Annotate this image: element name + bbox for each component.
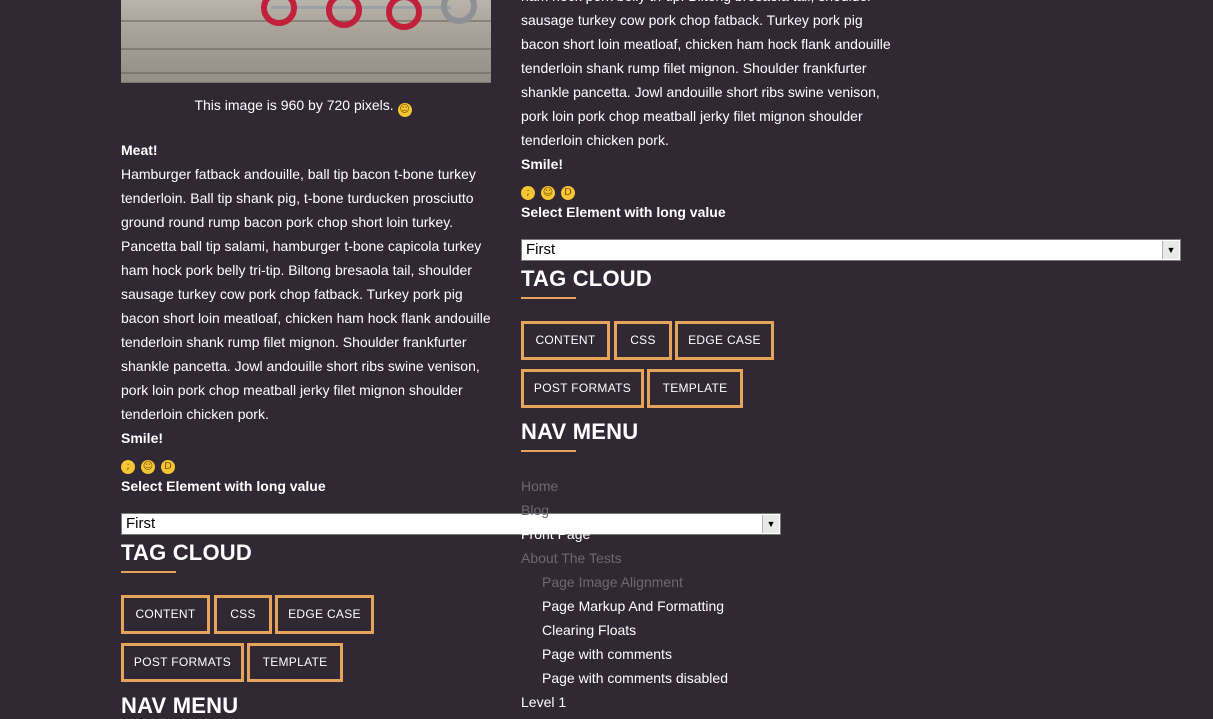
nav-menu-title: NAV MENU (521, 419, 639, 444)
emoji-row: ; ☺ D (521, 176, 901, 200)
caption-text: This image is 960 by 720 pixels. (194, 97, 394, 113)
tag-content[interactable]: CONTENT (521, 321, 610, 360)
paragraph-line: pork loin pork chop meatball jerky filet… (521, 108, 863, 124)
meat-paragraph: Hamburger fatback andouille, ball tip ba… (121, 162, 501, 426)
paragraph-line: tenderloin shank rump filet mignon. Shou… (121, 334, 467, 350)
nav-item-page-comments-disabled[interactable]: Page with comments disabled (542, 668, 728, 688)
select-value: First (126, 515, 156, 532)
paragraph-line: bacon short loin meatloaf, chicken ham h… (521, 36, 891, 52)
paragraph-line: sausage turkey cow pork chop fatback. Tu… (121, 286, 463, 302)
tag-cloud-title: TAG CLOUD (121, 540, 252, 565)
image-caption: This image is 960 by 720 pixels. ☺ (121, 95, 491, 117)
tag-edge-case[interactable]: EDGE CASE (675, 321, 774, 360)
paragraph-line: tenderloin shank rump filet mignon. Shou… (521, 60, 867, 76)
paragraph-line: sausage turkey cow pork chop fatback. Tu… (521, 12, 863, 28)
tag-css[interactable]: CSS (214, 595, 272, 634)
emoji-row: ; ☺ D (121, 450, 501, 474)
paragraph-line: Hamburger fatback andouille, ball tip ba… (121, 166, 476, 182)
paragraph-line: Pancetta ball tip salami, hamburger t-bo… (121, 238, 482, 254)
select-heading: Select Element with long value (121, 478, 326, 494)
paragraph-line: ground round rump bacon pork chop short … (121, 214, 454, 230)
tag-post-formats[interactable]: POST FORMATS (121, 643, 244, 682)
tag-template[interactable]: TEMPLATE (647, 369, 743, 408)
title-underline (521, 450, 576, 452)
tag-css[interactable]: CSS (614, 321, 672, 360)
paragraph-line: shankle pancetta. Jowl andouille short r… (121, 358, 480, 374)
winking-face-icon: ; (121, 460, 135, 474)
meat-heading: Meat! (121, 142, 158, 158)
tag-content[interactable]: CONTENT (121, 595, 210, 634)
smiley-face-icon: ☺ (141, 460, 155, 474)
paragraph-line: bacon short loin meatloaf, chicken ham h… (121, 310, 491, 326)
nav-item-front-page[interactable]: Front Page (521, 524, 590, 544)
chevron-down-icon[interactable]: ▼ (762, 515, 779, 533)
tag-post-formats[interactable]: POST FORMATS (521, 369, 644, 408)
nav-item-page-image-alignment[interactable]: Page Image Alignment (542, 572, 683, 592)
nav-item-home[interactable]: Home (521, 476, 558, 496)
long-value-select[interactable]: First ▼ (521, 239, 1181, 261)
title-underline (121, 571, 176, 573)
title-underline (521, 297, 576, 299)
paragraph-line: ham hock pork belly tri-tip. Biltong bre… (121, 262, 472, 278)
smiley-face-icon: ☺ (397, 103, 412, 117)
smile-heading: Smile! (521, 156, 564, 172)
paragraph-line: shankle pancetta. Jowl andouille short r… (521, 84, 880, 100)
meat-paragraph-continued: ham hock pork belly tri-tip. Biltong bre… (521, 0, 901, 224)
grinning-face-icon: D (561, 186, 575, 200)
bicycles-photo (121, 0, 491, 83)
paragraph-line: pork loin pork chop meatball jerky filet… (121, 382, 463, 398)
nav-item-page-markup[interactable]: Page Markup And Formatting (542, 596, 724, 616)
nav-item-page-with-comments[interactable]: Page with comments (542, 644, 672, 664)
paragraph-line: tenderloin chicken pork. (121, 406, 269, 422)
chevron-down-icon[interactable]: ▼ (1162, 241, 1179, 259)
select-value: First (526, 241, 556, 258)
nav-item-blog[interactable]: Blog (521, 500, 549, 520)
nav-item-level-1[interactable]: Level 1 (521, 692, 566, 712)
nav-item-about-the-tests[interactable]: About The Tests (521, 548, 622, 568)
winking-face-icon: ; (521, 186, 535, 200)
select-heading: Select Element with long value (521, 204, 726, 220)
nav-item-clearing-floats[interactable]: Clearing Floats (542, 620, 636, 640)
grinning-face-icon: D (161, 460, 175, 474)
tag-template[interactable]: TEMPLATE (247, 643, 343, 682)
long-value-select[interactable]: First ▼ (121, 513, 781, 535)
tag-cloud-title: TAG CLOUD (521, 266, 652, 291)
paragraph-line: tenderloin. Ball tip shank pig, t-bone t… (121, 190, 474, 206)
nav-menu-title: NAV MENU (121, 693, 239, 718)
paragraph-line: tenderloin chicken pork. (521, 132, 669, 148)
smiley-face-icon: ☺ (541, 186, 555, 200)
tag-edge-case[interactable]: EDGE CASE (275, 595, 374, 634)
paragraph-line: ham hock pork belly tri-tip. Biltong bre… (521, 0, 901, 8)
smile-heading: Smile! (121, 430, 164, 446)
